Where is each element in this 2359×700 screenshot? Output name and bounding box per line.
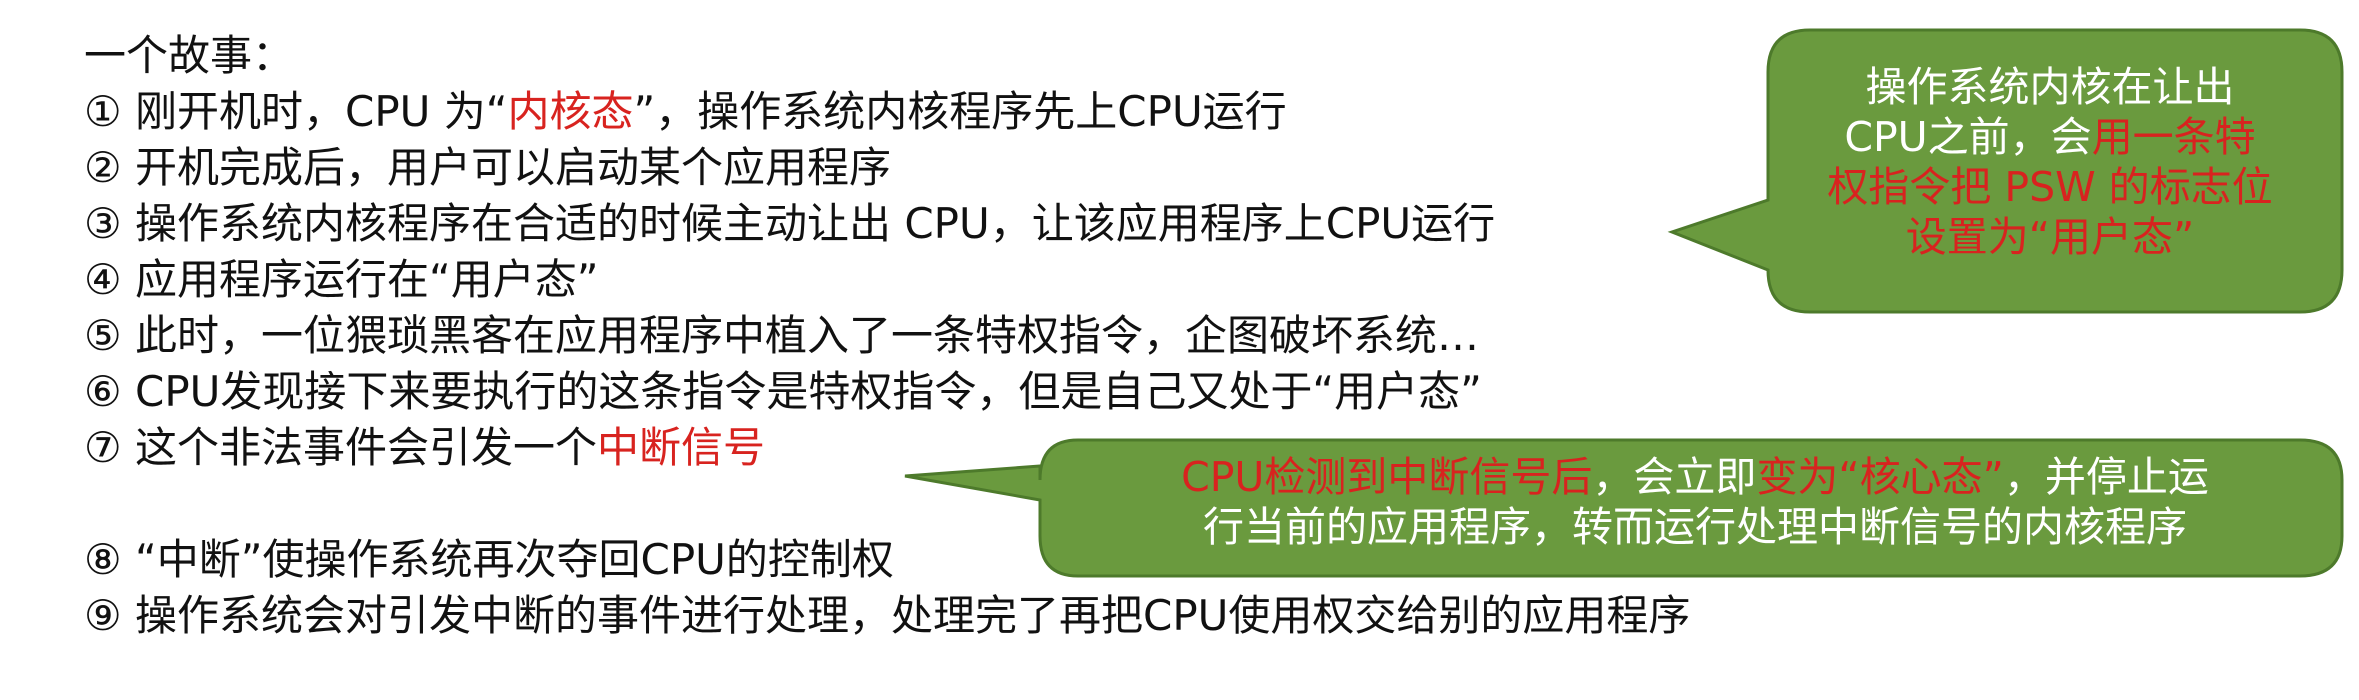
callout-bottom-line1-plain-a: ，会立即 xyxy=(1592,453,1757,501)
callout-top-line2: CPU之前，会用一条特 xyxy=(1770,112,2330,162)
callout-bottom-line1-hl-b: 变为“核心态” xyxy=(1756,453,2004,501)
story-line: ④ 应用程序运行在“用户态” xyxy=(84,252,1690,308)
story-line: ① 刚开机时，CPU 为“内核态”，操作系统内核程序先上CPU运行 xyxy=(84,84,1690,140)
story-text: ⑥ CPU发现接下来要执行的这条指令是特权指令，但是自己又处于“用户态” xyxy=(84,367,1482,416)
story-text: ① 刚开机时，CPU 为“ xyxy=(84,87,508,136)
story-text: ② 开机完成后，用户可以启动某个应用程序 xyxy=(84,143,892,192)
callout-top-line3: 权指令把 PSW 的标志位 xyxy=(1827,163,2273,211)
story-line: ⑤ 此时，一位猥琐黑客在应用程序中植入了一条特权指令，企图破坏系统… xyxy=(84,308,1690,364)
story-text: ③ 操作系统内核程序在合适的时候主动让出 CPU，让该应用程序上CPU运行 xyxy=(84,199,1496,248)
callout-top-line2-highlight: 用一条特 xyxy=(2091,113,2256,161)
callout-top-line4: 设置为“用户态” xyxy=(1905,213,2195,261)
story-line: ② 开机完成后，用户可以启动某个应用程序 xyxy=(84,140,1690,196)
story-line: ⑨ 操作系统会对引发中断的事件进行处理，处理完了再把CPU使用权交给别的应用程序 xyxy=(84,588,1690,644)
callout-bottom-line1-hl-a: CPU检测到中断信号后 xyxy=(1181,453,1593,501)
story-lines: ① 刚开机时，CPU 为“内核态”，操作系统内核程序先上CPU运行 ② 开机完成后… xyxy=(84,84,1690,644)
callout-top-text: 操作系统内核在让出 CPU之前，会用一条特 权指令把 PSW 的标志位 设置为“… xyxy=(1770,62,2330,262)
story-highlight: 中断信号 xyxy=(597,423,766,472)
callout-bottom-line1: CPU检测到中断信号后，会立即变为“核心态”，并停止运 xyxy=(1050,452,2340,502)
story-text: ⑤ 此时，一位猥琐黑客在应用程序中植入了一条特权指令，企图破坏系统… xyxy=(84,311,1480,360)
story-line: ⑥ CPU发现接下来要执行的这条指令是特权指令，但是自己又处于“用户态” xyxy=(84,364,1690,420)
story-title: 一个故事： xyxy=(84,31,295,80)
callout-top-line1: 操作系统内核在让出 xyxy=(1865,63,2235,111)
callout-bottom-line2: 行当前的应用程序，转而运行处理中断信号的内核程序 xyxy=(1203,503,2187,551)
story-text: ⑧ “中断”使操作系统再次夺回CPU的控制权 xyxy=(84,535,894,584)
story-highlight: 内核态 xyxy=(507,87,634,136)
callout-bottom-text: CPU检测到中断信号后，会立即变为“核心态”，并停止运 行当前的应用程序，转而运… xyxy=(1050,452,2340,552)
story-text: ”，操作系统内核程序先上CPU运行 xyxy=(633,87,1287,136)
story-text: ④ 应用程序运行在“用户态” xyxy=(84,255,599,304)
callout-bottom-line1-plain-b: ，并停止运 xyxy=(2003,453,2209,501)
callout-top-line2-plain: CPU之前，会 xyxy=(1844,113,2092,161)
story-text: ⑨ 操作系统会对引发中断的事件进行处理，处理完了再把CPU使用权交给别的应用程序 xyxy=(84,591,1691,640)
story-line: ③ 操作系统内核程序在合适的时候主动让出 CPU，让该应用程序上CPU运行 xyxy=(84,196,1690,252)
story-text: ⑦ 这个非法事件会引发一个 xyxy=(84,423,598,472)
